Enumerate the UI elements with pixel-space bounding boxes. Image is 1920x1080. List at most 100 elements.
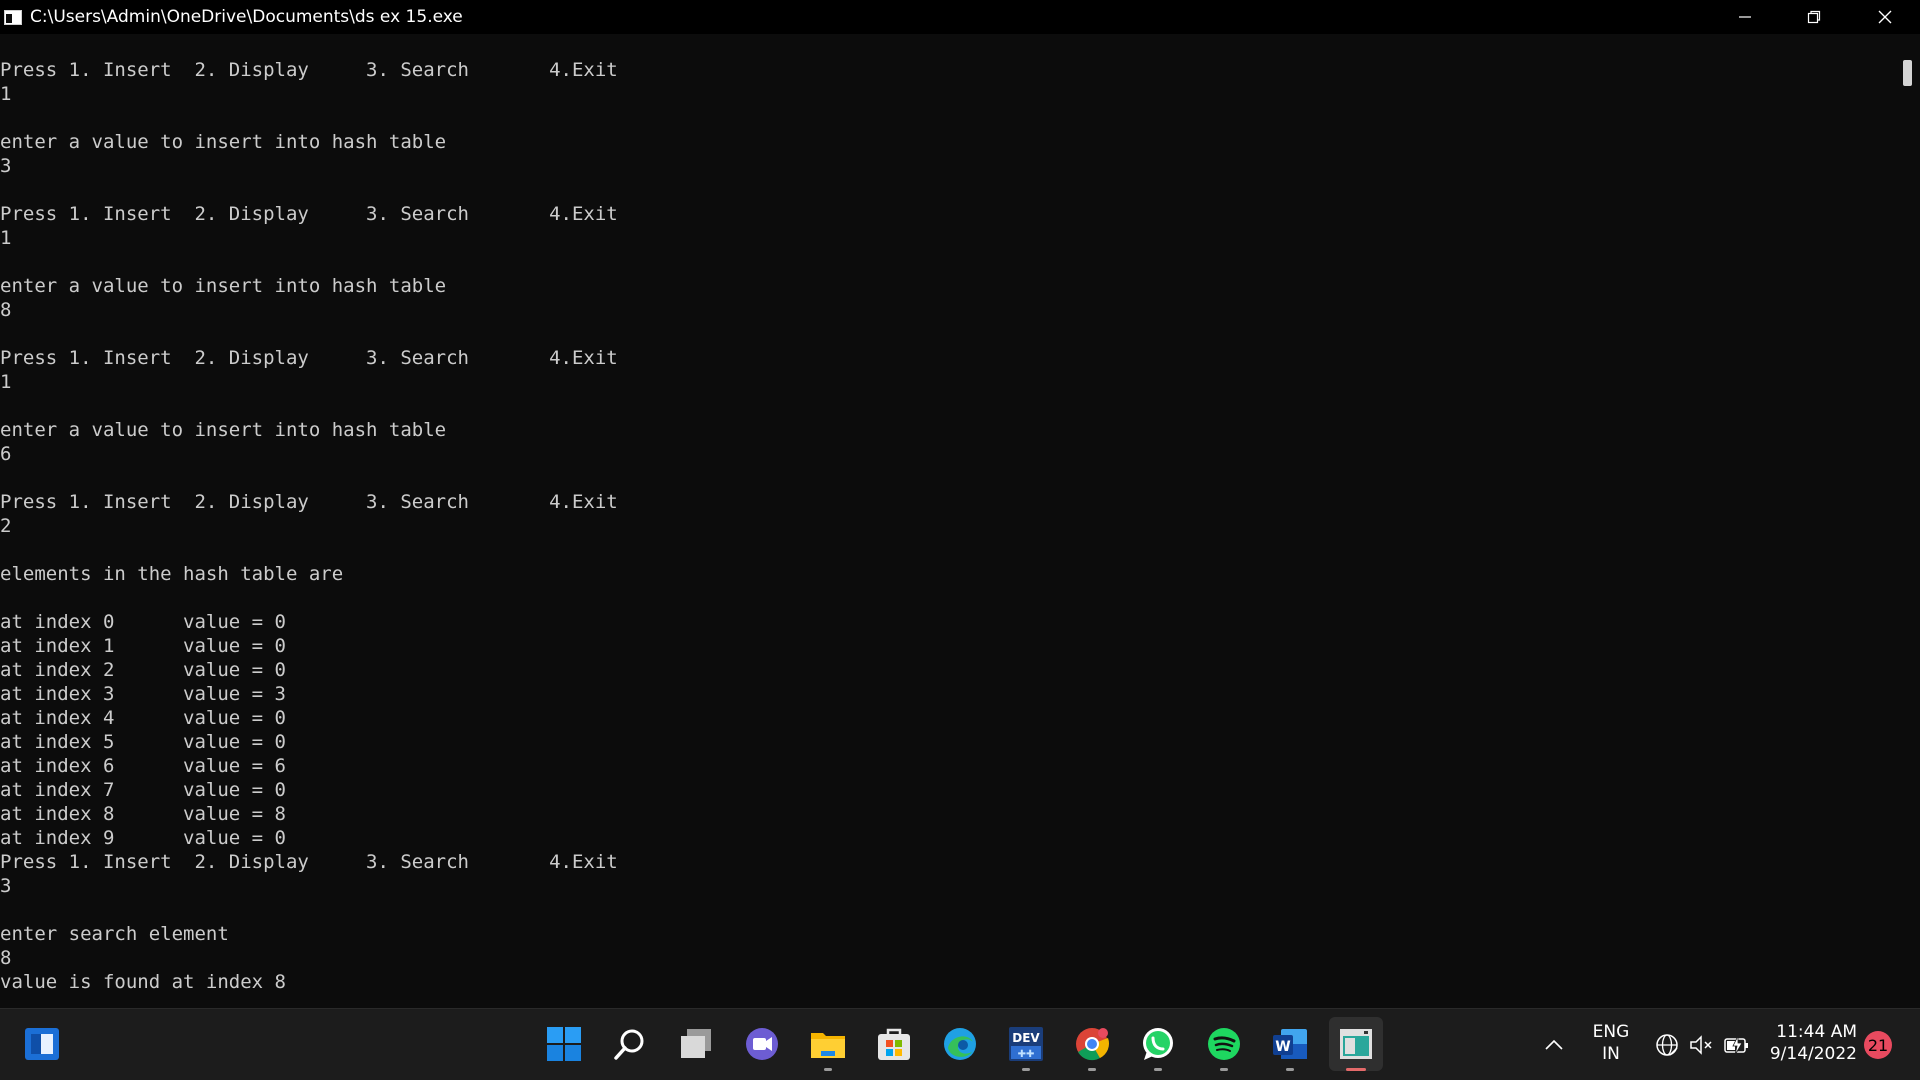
start-menu-button[interactable] [537, 1017, 591, 1071]
console-line: Press 1. Insert 2. Display 3. Search 4.E… [0, 347, 618, 369]
edge-icon [944, 1028, 976, 1060]
region-code: IN [1602, 1044, 1620, 1064]
console-line: at index 2 value = 0 [0, 659, 286, 681]
console-line: value is found at index 8 [0, 971, 286, 993]
console-output-area[interactable]: Press 1. Insert 2. Display 3. Search 4.E… [0, 34, 1896, 1008]
spotify-button[interactable] [1197, 1017, 1251, 1071]
console-line: at index 7 value = 0 [0, 779, 286, 801]
taskbar: DEV ✚✚ W ENG IN 11:44 AM 9/14/2022 21 [0, 1008, 1920, 1080]
close-button[interactable] [1849, 0, 1920, 34]
console-line: enter a value to insert into hash table [0, 275, 447, 297]
console-line: Press 1. Insert 2. Display 3. Search 4.E… [0, 59, 618, 81]
chrome-button[interactable] [1065, 1017, 1119, 1071]
word-button[interactable]: W [1263, 1017, 1317, 1071]
console-line: 1 [0, 227, 12, 249]
console-text: Press 1. Insert 2. Display 3. Search 4.E… [0, 58, 618, 994]
chat-button[interactable] [735, 1017, 789, 1071]
battery-charging-icon [1724, 1035, 1748, 1056]
language-code: ENG [1592, 1022, 1630, 1042]
network-button[interactable] [1652, 1031, 1682, 1059]
scrollbar-thumb[interactable] [1903, 60, 1912, 86]
clock-time: 11:44 AM [1776, 1022, 1857, 1042]
console-line: at index 9 value = 0 [0, 827, 286, 849]
task-view-icon [681, 1029, 711, 1058]
windows-logo-icon [25, 1028, 59, 1060]
console-line: at index 0 value = 0 [0, 611, 286, 633]
console-line: enter a value to insert into hash table [0, 131, 447, 153]
spotify-icon [1208, 1028, 1240, 1060]
dev-cpp-button[interactable]: DEV ✚✚ [999, 1017, 1053, 1071]
console-line: 8 [0, 299, 12, 321]
console-line: 2 [0, 515, 12, 537]
console-line: at index 4 value = 0 [0, 707, 286, 729]
console-line: Press 1. Insert 2. Display 3. Search 4.E… [0, 851, 618, 873]
active-indicator [1346, 1068, 1366, 1071]
search-button[interactable] [603, 1017, 657, 1071]
console-line: enter a value to insert into hash table [0, 419, 447, 441]
file-explorer-button[interactable] [801, 1017, 855, 1071]
minimize-button[interactable] [1710, 0, 1779, 34]
edge-button[interactable] [933, 1017, 987, 1071]
running-indicator [1088, 1068, 1096, 1071]
search-icon [614, 1029, 644, 1060]
battery-button[interactable] [1722, 1031, 1752, 1059]
word-icon-label: W [1275, 1039, 1290, 1055]
window-title: C:\Users\Admin\OneDrive\Documents\ds ex … [30, 7, 463, 27]
console-line: 3 [0, 155, 12, 177]
close-icon [1878, 10, 1891, 24]
running-indicator [824, 1068, 832, 1071]
volume-muted-icon [1690, 1035, 1712, 1055]
console-line: at index 8 value = 8 [0, 803, 286, 825]
console-line: elements in the hash table are [0, 563, 344, 585]
start-button[interactable] [15, 1017, 69, 1071]
restore-button[interactable] [1779, 0, 1848, 34]
minimize-icon [1738, 16, 1751, 18]
console-app-button[interactable] [1329, 1017, 1383, 1071]
taskbar-clock[interactable]: 11:44 AM 9/14/2022 [1765, 1021, 1857, 1065]
task-view-button[interactable] [669, 1017, 723, 1071]
console-line: 3 [0, 875, 12, 897]
input-language-indicator[interactable]: ENG IN [1585, 1021, 1637, 1065]
word-icon: W [1273, 1029, 1307, 1059]
console-line: at index 3 value = 3 [0, 683, 286, 705]
console-window-icon [1340, 1029, 1372, 1059]
console-line: 8 [0, 947, 12, 969]
whatsapp-icon [1143, 1028, 1173, 1060]
console-line: at index 5 value = 0 [0, 731, 286, 753]
store-icon [878, 1028, 910, 1060]
teams-chat-icon [746, 1028, 778, 1060]
chevron-up-icon [1545, 1039, 1563, 1050]
running-indicator [1286, 1068, 1294, 1071]
console-line: enter search element [0, 923, 229, 945]
dev-cpp-label: DEV [1012, 1031, 1040, 1045]
console-line: 1 [0, 371, 12, 393]
console-line: 1 [0, 83, 12, 105]
dev-cpp-icon: DEV ✚✚ [1009, 1027, 1043, 1061]
volume-button[interactable] [1686, 1031, 1716, 1059]
restore-icon [1807, 10, 1820, 24]
running-indicator [1022, 1068, 1030, 1071]
notification-badge[interactable]: 21 [1864, 1031, 1892, 1059]
running-indicator [1220, 1068, 1228, 1071]
console-line: Press 1. Insert 2. Display 3. Search 4.E… [0, 491, 618, 513]
windows-start-icon [547, 1027, 581, 1061]
microsoft-store-button[interactable] [867, 1017, 921, 1071]
console-line: Press 1. Insert 2. Display 3. Search 4.E… [0, 203, 618, 225]
console-app-icon [4, 9, 22, 25]
window-title-bar[interactable]: C:\Users\Admin\OneDrive\Documents\ds ex … [0, 0, 1920, 34]
folder-icon [811, 1033, 845, 1058]
svg-text:✚✚: ✚✚ [1018, 1049, 1035, 1060]
clock-date: 9/14/2022 [1769, 1044, 1857, 1064]
whatsapp-button[interactable] [1131, 1017, 1185, 1071]
console-line: at index 6 value = 6 [0, 755, 286, 777]
show-hidden-icons-button[interactable] [1539, 1031, 1569, 1059]
vertical-scrollbar[interactable] [1896, 34, 1920, 1008]
console-line: 6 [0, 443, 12, 465]
